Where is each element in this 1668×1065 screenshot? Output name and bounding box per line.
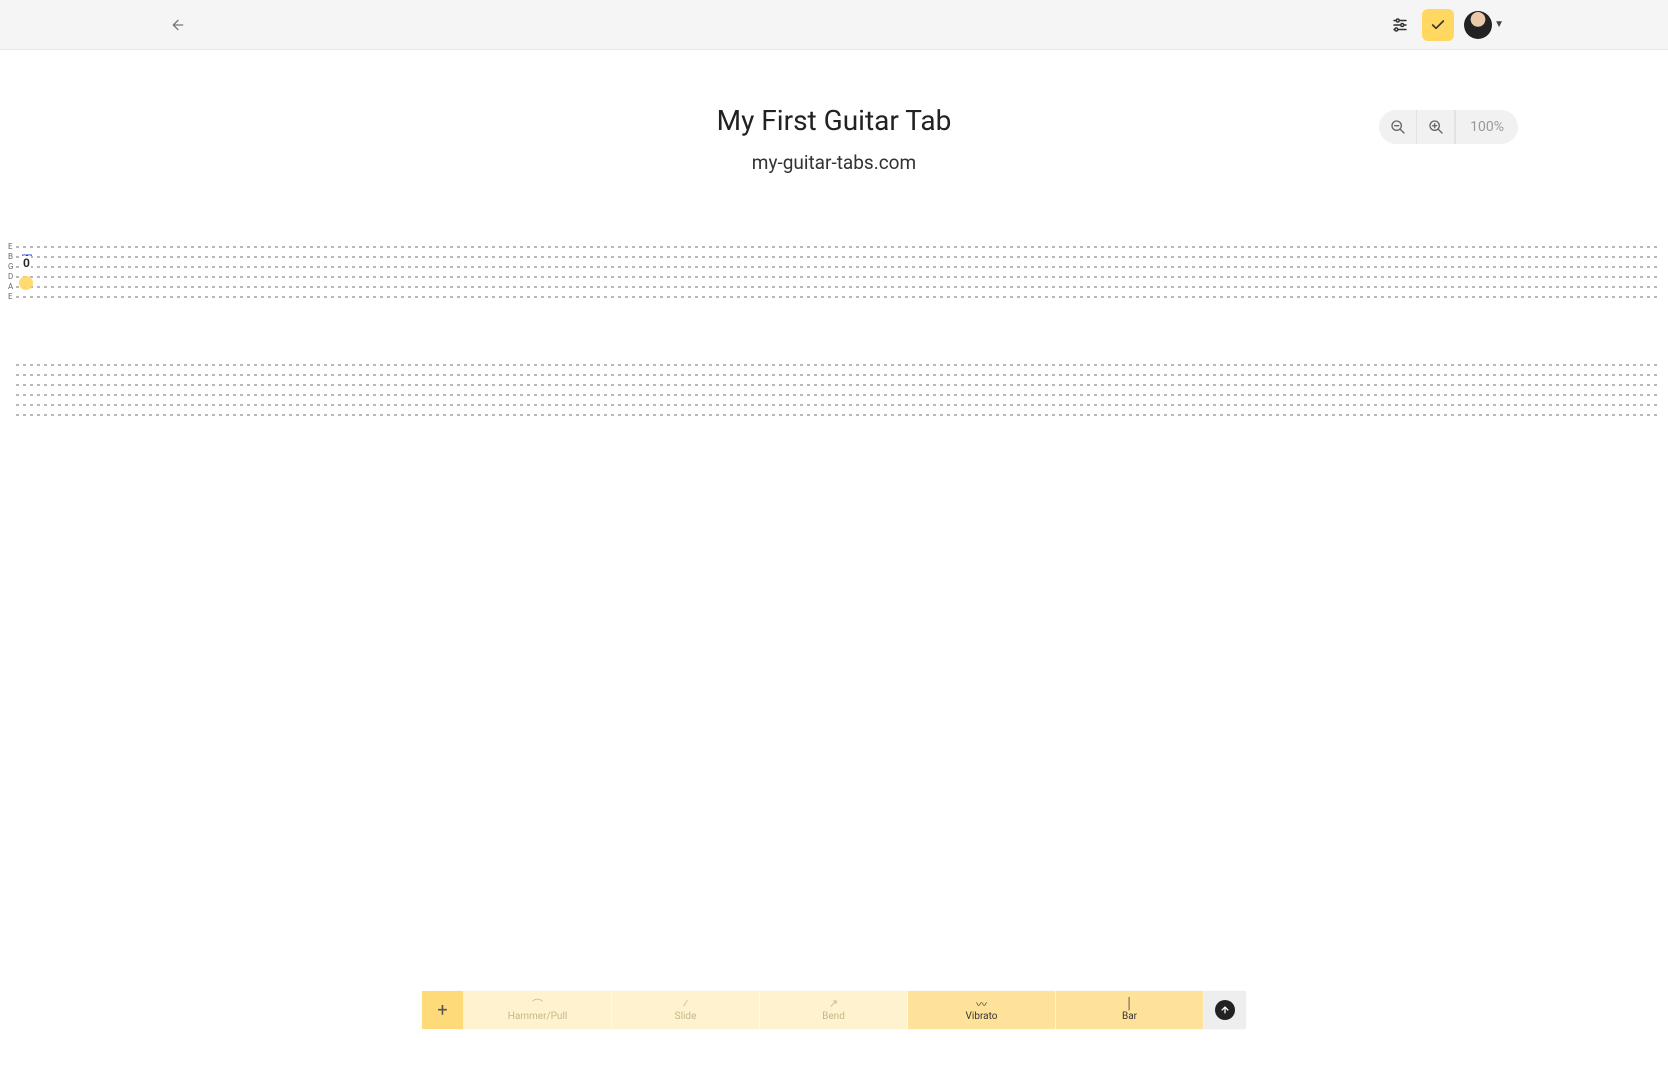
tab-string-row[interactable]: G (8, 262, 1660, 272)
arrow-left-icon (170, 17, 186, 33)
tab-string-row[interactable]: E (8, 242, 1660, 252)
tab-string-row[interactable] (8, 360, 1660, 370)
string-label: G (8, 263, 16, 271)
tool-bend: ↗Bend (760, 991, 908, 1029)
back-button[interactable] (164, 11, 192, 39)
slide-icon: ⁄ (683, 997, 688, 1011)
tool-label: Bar (1122, 1011, 1137, 1022)
bar-icon: │ (1126, 997, 1133, 1011)
vibrato-icon: 〰 (976, 997, 987, 1011)
tab-stave-2[interactable] (0, 360, 1668, 420)
tab-string-row[interactable]: A (8, 282, 1660, 292)
string-line (16, 256, 1660, 258)
string-label: A (8, 283, 16, 291)
tab-string-row[interactable] (8, 410, 1660, 420)
tool-vibrato[interactable]: 〰Vibrato (908, 991, 1056, 1029)
document-canvas[interactable]: 100% My First Guitar Tab my-guitar-tabs.… (0, 50, 1668, 1065)
string-label: B (8, 253, 16, 261)
string-label: D (8, 273, 16, 281)
settings-button[interactable] (1384, 9, 1416, 41)
string-line (16, 266, 1660, 268)
string-label: E (8, 243, 16, 251)
tool-label: Slide (675, 1011, 697, 1022)
zoom-out-button[interactable] (1379, 110, 1417, 144)
tab-string-row[interactable] (8, 390, 1660, 400)
technique-toolbar: + ⌒Hammer/Pull⁄Slide↗Bend〰Vibrato│Bar (422, 991, 1246, 1029)
tab-string-row[interactable] (8, 370, 1660, 380)
tool-label: Bend (822, 1011, 845, 1022)
tab-string-row[interactable]: D (8, 272, 1660, 282)
string-line (16, 414, 1660, 416)
zoom-value: 100% (1455, 110, 1518, 144)
tab-string-row[interactable] (8, 380, 1660, 390)
plus-icon: + (437, 1000, 447, 1021)
zoom-in-button[interactable] (1417, 110, 1455, 144)
avatar-icon (1464, 11, 1492, 39)
string-line (16, 296, 1660, 298)
tool-hammer: ⌒Hammer/Pull (464, 991, 612, 1029)
string-line (16, 286, 1660, 288)
tab-stave-1[interactable]: EBGDAE0 (0, 242, 1668, 302)
sliders-icon (1391, 16, 1409, 34)
toolbar-expand-button[interactable] (1204, 991, 1246, 1029)
tab-string-row[interactable]: E (8, 292, 1660, 302)
string-label: E (8, 293, 16, 301)
string-line (16, 276, 1660, 278)
string-line (16, 364, 1660, 366)
string-line (16, 404, 1660, 406)
app-header: ▼ (0, 0, 1668, 50)
string-line (16, 374, 1660, 376)
zoom-in-icon (1428, 119, 1444, 135)
zoom-out-icon (1390, 119, 1406, 135)
string-line (16, 246, 1660, 248)
check-icon (1430, 17, 1446, 33)
arrow-up-icon (1220, 1005, 1230, 1015)
tab-string-row[interactable]: B (8, 252, 1660, 262)
add-column-button[interactable]: + (422, 991, 464, 1029)
page-subtitle[interactable]: my-guitar-tabs.com (0, 151, 1668, 174)
tool-bar[interactable]: │Bar (1056, 991, 1204, 1029)
string-line (16, 394, 1660, 396)
chevron-down-icon: ▼ (1494, 19, 1504, 30)
confirm-button[interactable] (1422, 9, 1454, 41)
tab-string-row[interactable] (8, 400, 1660, 410)
string-line (16, 384, 1660, 386)
zoom-control: 100% (1379, 110, 1518, 144)
tool-label: Vibrato (966, 1011, 998, 1022)
tool-label: Hammer/Pull (508, 1011, 568, 1022)
fret-note[interactable]: 0 (22, 256, 31, 270)
bend-icon: ↗ (829, 997, 838, 1011)
user-menu[interactable]: ▼ (1464, 11, 1504, 39)
tool-slide: ⁄Slide (612, 991, 760, 1029)
hammer-icon: ⌒ (532, 997, 543, 1011)
edit-cursor[interactable] (19, 276, 33, 290)
